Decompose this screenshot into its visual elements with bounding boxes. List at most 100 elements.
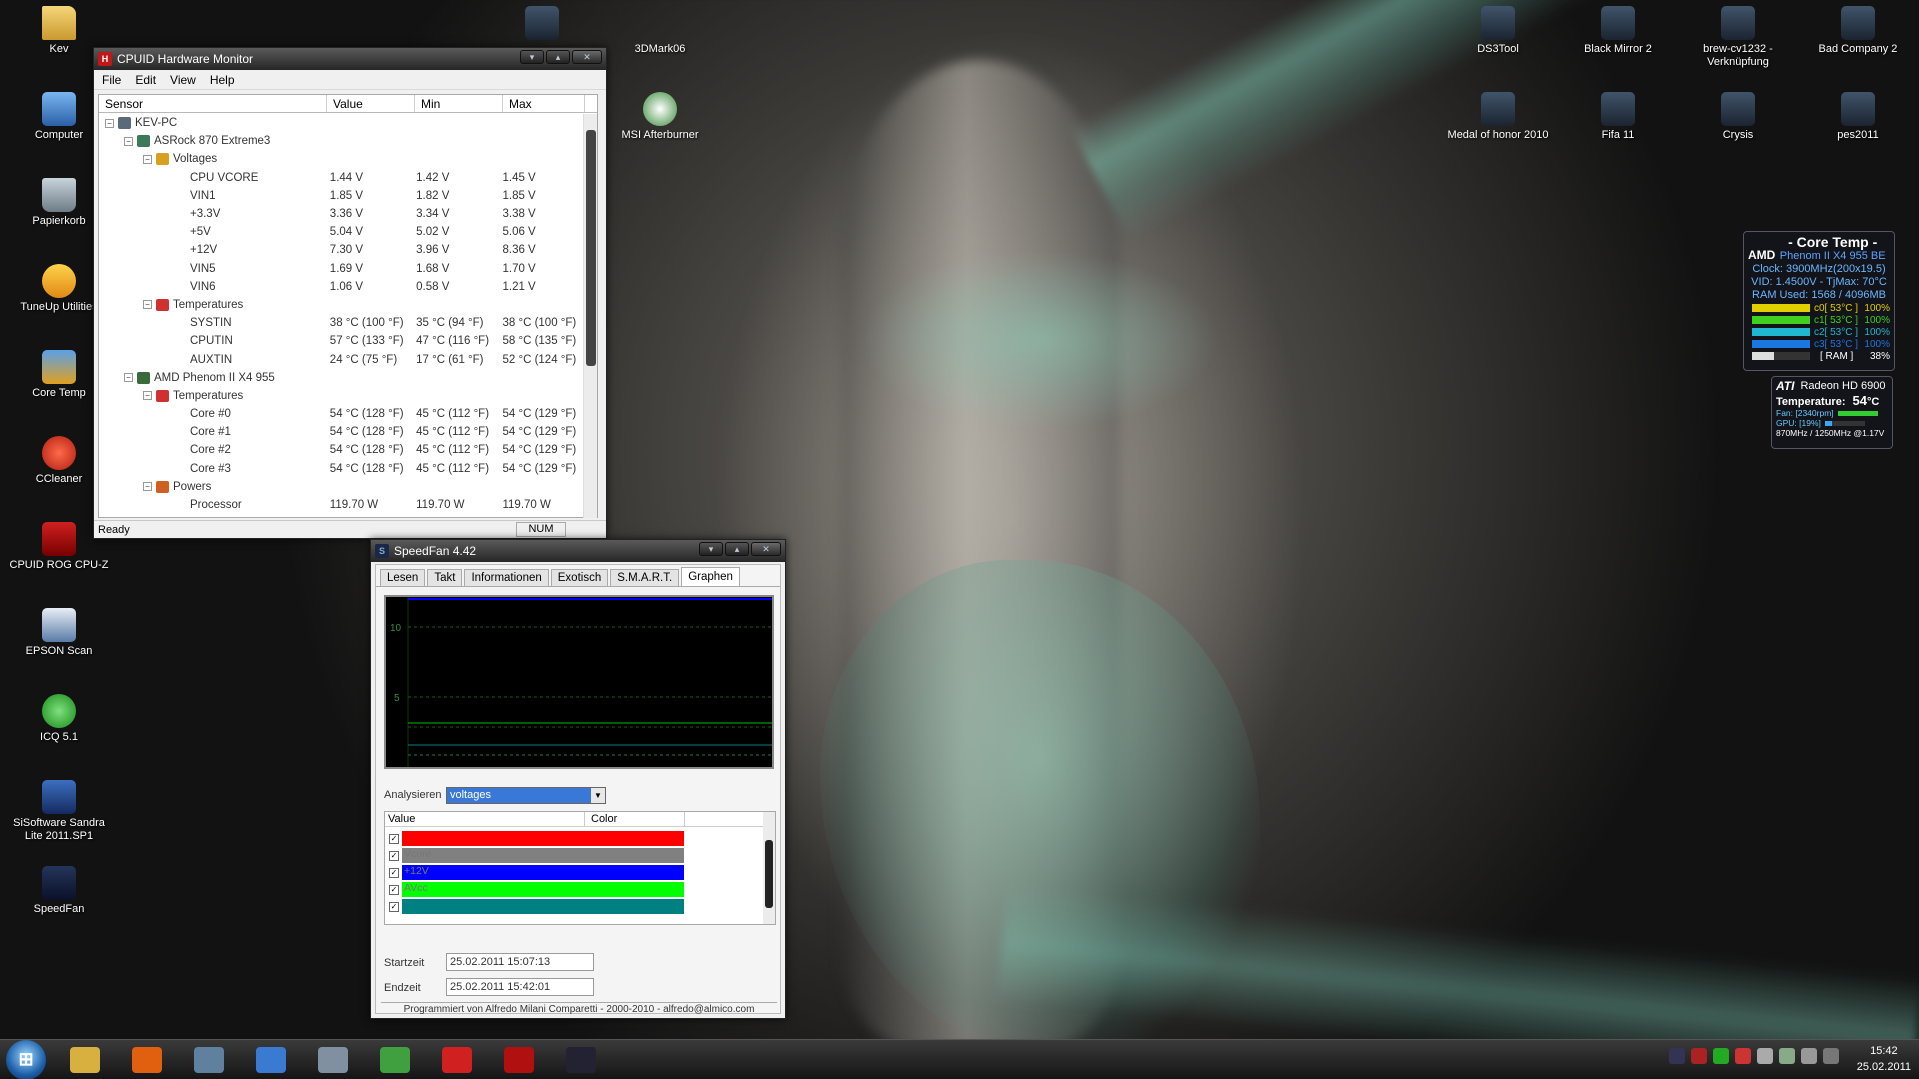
sensor-row[interactable]: Core #2 54 °C (128 °F) 45 °C (112 °F) 54 °C… — [105, 441, 581, 459]
series-row[interactable]: ✓ Vcore — [385, 847, 775, 864]
menu-edit[interactable]: Edit — [135, 73, 156, 87]
taskbar-clock[interactable]: 15:42 25.02.2011 — [1857, 1043, 1911, 1075]
taskbar-dark-app-button[interactable] — [552, 1041, 610, 1079]
start-button[interactable]: ⊞ — [6, 1039, 46, 1079]
tree-expander-icon[interactable]: − — [143, 300, 152, 310]
sensor-row[interactable]: CPUTIN 57 °C (133 °F) 47 °C (116 °F) 58 °C … — [105, 332, 581, 350]
desktop-icon[interactable] — [365, 6, 469, 43]
menu-help[interactable]: Help — [210, 73, 235, 87]
desktop-icon[interactable]: brew-cv1232 - Verknüpfung — [1686, 6, 1790, 69]
close-button[interactable]: ✕ — [751, 542, 781, 556]
column-color[interactable]: Color — [585, 812, 685, 826]
desktop-icon[interactable]: 3DMark06 — [608, 6, 712, 56]
tray-coretemp-icon[interactable] — [1757, 1048, 1773, 1064]
tree-expander-icon[interactable]: − — [124, 136, 133, 146]
sensor-row[interactable]: VIN5 1.69 V 1.68 V 1.70 V — [105, 260, 581, 278]
scrollbar-thumb[interactable] — [586, 130, 596, 366]
desktop-icon[interactable]: SiSoftware Sandra Lite 2011.SP1 — [7, 780, 111, 843]
chevron-down-icon[interactable]: ▼ — [591, 788, 605, 803]
tab-lesen[interactable]: Lesen — [380, 569, 426, 586]
column-value[interactable]: Value — [327, 95, 415, 112]
series-row[interactable]: ✓ AVcc — [385, 881, 775, 898]
desktop-icon[interactable]: Medal of honor 2010 — [1446, 92, 1550, 142]
sensor-row[interactable]: − Temperatures — [105, 296, 581, 314]
column-max[interactable]: Max — [503, 95, 585, 112]
cpuid-titlebar[interactable]: H CPUID Hardware Monitor ▾ ▴ ✕ — [94, 48, 606, 70]
sensor-row[interactable]: CPU VCORE 1.44 V 1.42 V 1.45 V — [105, 169, 581, 187]
series-checkbox[interactable]: ✓ — [389, 901, 399, 912]
tray-volume-icon[interactable] — [1801, 1048, 1817, 1064]
sensor-row[interactable]: − Powers — [105, 478, 581, 496]
speedfan-titlebar[interactable]: S SpeedFan 4.42 ▾ ▴ ✕ — [371, 540, 785, 562]
column-min[interactable]: Min — [415, 95, 503, 112]
series-checkbox[interactable]: ✓ — [389, 833, 399, 844]
desktop-icon[interactable]: MSI Afterburner — [608, 92, 712, 142]
tree-expander-icon[interactable]: − — [143, 391, 152, 401]
tray-security-icon[interactable] — [1779, 1048, 1795, 1064]
series-checkbox[interactable]: ✓ — [389, 884, 399, 895]
start-time-field[interactable]: 25.02.2011 15:07:13 — [446, 953, 594, 971]
desktop-icon[interactable]: DS3Tool — [1446, 6, 1550, 56]
cpuid-window[interactable]: H CPUID Hardware Monitor ▾ ▴ ✕ File Edit V… — [93, 47, 607, 539]
sensor-row[interactable]: − Voltages — [105, 150, 581, 168]
sensor-row[interactable]: − Temperatures — [105, 387, 581, 405]
desktop-icon[interactable]: pes2011 — [1806, 92, 1910, 142]
tree-expander-icon[interactable]: − — [143, 154, 152, 164]
menu-view[interactable]: View — [170, 73, 196, 87]
taskbar-firefox-button[interactable] — [118, 1041, 176, 1079]
tree-expander-icon[interactable]: − — [124, 373, 133, 383]
coretemp-gadget[interactable]: AMD - Core Temp - Phenom II X4 955 BE Cl… — [1743, 231, 1895, 371]
column-sensor[interactable]: Sensor — [99, 95, 327, 112]
sensor-row[interactable]: SYSTIN 38 °C (100 °F) 35 °C (94 °F) 38 °C (… — [105, 314, 581, 332]
taskbar-messenger-button[interactable] — [366, 1041, 424, 1079]
desktop-icon[interactable]: ICQ 5.1 — [7, 694, 111, 744]
sensor-row[interactable]: − KEV-PC — [105, 114, 581, 132]
sensor-scrollbar[interactable] — [583, 114, 597, 518]
sensor-row[interactable]: − ASRock 870 Extreme3 — [105, 132, 581, 150]
scrollbar-thumb[interactable] — [765, 840, 773, 908]
taskbar-thunderbird-button[interactable] — [242, 1041, 300, 1079]
sensor-row[interactable]: VIN1 1.85 V 1.82 V 1.85 V — [105, 187, 581, 205]
tree-expander-icon[interactable]: − — [143, 482, 152, 492]
tree-expander-icon[interactable]: − — [105, 118, 114, 128]
desktop-icon[interactable]: EPSON Scan — [7, 608, 111, 658]
sensor-row[interactable]: +12V 7.30 V 3.96 V 8.36 V — [105, 241, 581, 259]
desktop-icon[interactable]: Black Mirror 2 — [1566, 6, 1670, 56]
analyze-select[interactable]: voltages ▼ — [446, 787, 606, 804]
desktop-icon[interactable]: Fifa 11 — [1566, 92, 1670, 142]
desktop-icon[interactable]: SpeedFan — [7, 866, 111, 916]
sensor-row[interactable]: − AMD Phenom II X4 955 — [105, 369, 581, 387]
sensor-row[interactable]: Core #3 54 °C (128 °F) 45 °C (112 °F) 54 °C… — [105, 460, 581, 478]
series-row[interactable]: ✓ — [385, 898, 775, 915]
end-time-field[interactable]: 25.02.2011 15:42:01 — [446, 978, 594, 996]
series-row[interactable]: ✓ — [385, 830, 775, 847]
taskbar-flash-button[interactable] — [428, 1041, 486, 1079]
desktop-icon[interactable]: Bad Company 2 — [1806, 6, 1910, 56]
sensor-row[interactable]: VIN6 1.06 V 0.58 V 1.21 V — [105, 278, 581, 296]
tray-speedfan-icon[interactable] — [1713, 1048, 1729, 1064]
desktop-icon[interactable]: Crysis — [1686, 92, 1790, 142]
sensor-row[interactable]: Core #0 54 °C (128 °F) 45 °C (112 °F) 54 °C… — [105, 405, 581, 423]
tab-smart[interactable]: S.M.A.R.T. — [610, 569, 680, 586]
sensor-row[interactable]: Core #1 54 °C (128 °F) 45 °C (112 °F) 54 °C… — [105, 423, 581, 441]
minimize-button[interactable]: ▾ — [520, 50, 544, 64]
menu-file[interactable]: File — [102, 73, 121, 87]
desktop-icon[interactable] — [490, 6, 594, 43]
taskbar-speedfan-gear-button[interactable] — [304, 1041, 362, 1079]
tray-network-icon[interactable] — [1669, 1048, 1685, 1064]
series-row[interactable]: ✓ +12V — [385, 864, 775, 881]
sensor-row[interactable]: +5V 5.04 V 5.02 V 5.06 V — [105, 223, 581, 241]
tray-display-icon[interactable] — [1823, 1048, 1839, 1064]
tab-graphen[interactable]: Graphen — [681, 567, 740, 586]
maximize-button[interactable]: ▴ — [546, 50, 570, 64]
taskbar-cpuz-button[interactable] — [490, 1041, 548, 1079]
speedfan-window[interactable]: S SpeedFan 4.42 ▾ ▴ ✕ Lesen Takt Informati… — [370, 539, 786, 1019]
tray-flash-icon[interactable] — [1691, 1048, 1707, 1064]
series-scrollbar[interactable] — [763, 812, 775, 924]
sensor-row[interactable]: AUXTIN 24 °C (75 °F) 17 °C (61 °F) 52 °C (1… — [105, 350, 581, 368]
tab-exotisch[interactable]: Exotisch — [550, 569, 609, 586]
minimize-button[interactable]: ▾ — [699, 542, 723, 556]
tab-takt[interactable]: Takt — [427, 569, 463, 586]
tray-antivirus-icon[interactable] — [1735, 1048, 1751, 1064]
sensor-row[interactable]: +3.3V 3.36 V 3.34 V 3.38 V — [105, 205, 581, 223]
